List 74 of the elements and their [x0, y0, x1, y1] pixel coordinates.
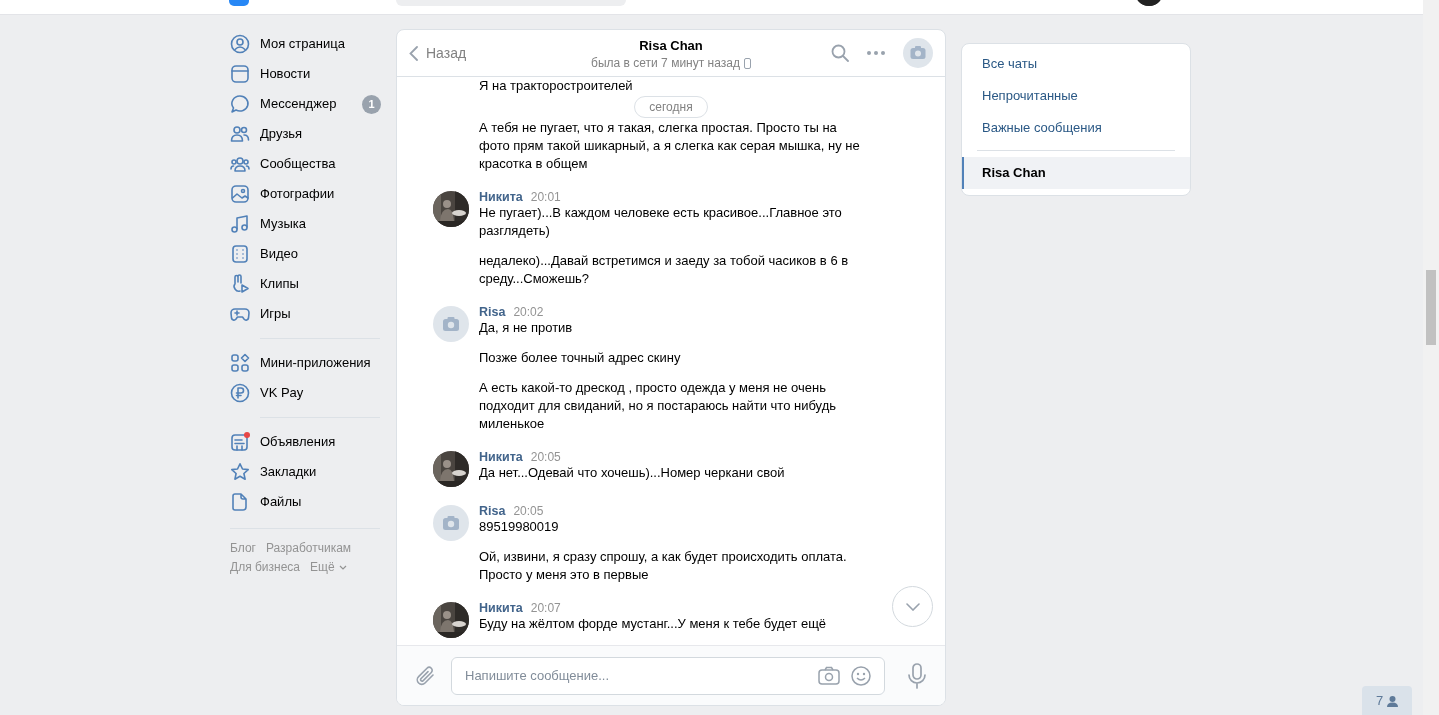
- scrollbar[interactable]: [1423, 0, 1439, 715]
- nav-item[interactable]: VK Pay: [230, 378, 380, 408]
- peace-hand-icon: [230, 274, 250, 294]
- camera-icon[interactable]: [818, 665, 840, 686]
- nav-item[interactable]: Видео: [230, 239, 380, 269]
- chat-bubble-icon: [230, 94, 250, 114]
- message-text: недалеко)...Давай встретимся и заеду за тобой часиков в 6 в среду...Сможешь?: [479, 252, 850, 288]
- newspaper-icon: [230, 64, 250, 84]
- camera-avatar-icon[interactable]: [903, 38, 933, 68]
- image-icon: [230, 184, 250, 204]
- nav-item[interactable]: Мини-приложения: [230, 348, 380, 378]
- message-time: 20:02: [513, 304, 544, 320]
- nav-item[interactable]: Клипы: [230, 269, 380, 299]
- group-icon: [230, 154, 250, 174]
- music-note-icon: [230, 214, 250, 234]
- ruble-coin-icon: [230, 383, 250, 403]
- user-circle-icon: [230, 34, 250, 54]
- nav-item[interactable]: Моя страница: [230, 29, 380, 59]
- film-icon: [230, 244, 250, 264]
- folder-item[interactable]: Важные сообщения: [962, 112, 1190, 144]
- star-icon: [230, 462, 250, 482]
- nav-item[interactable]: Файлы: [230, 487, 380, 517]
- message-text: Да, я не против: [479, 319, 574, 337]
- folder-item[interactable]: Непрочитанные: [962, 80, 1190, 112]
- scrollbar-thumb[interactable]: [1426, 270, 1436, 345]
- smiley-icon[interactable]: [851, 665, 871, 686]
- camera-avatar-icon: [433, 306, 469, 342]
- message-time: 20:05: [513, 503, 544, 519]
- count-badge: 1: [362, 94, 381, 114]
- nav-item[interactable]: Новости: [230, 59, 380, 89]
- message-text: Позже более точный адрес скину: [479, 349, 682, 367]
- people-icon: [230, 124, 250, 144]
- last-seen-status: была в сети 7 минут назад: [591, 56, 740, 70]
- search-icon[interactable]: [831, 44, 849, 62]
- nav-item[interactable]: Сообщества: [230, 149, 380, 179]
- nav-item[interactable]: Закладки: [230, 457, 380, 487]
- message-time: 20:05: [530, 449, 561, 465]
- author-name[interactable]: Risa: [479, 304, 506, 320]
- message-text: Не пугает)...В каждом человеке есть красивое...Главное это разглядеть): [479, 204, 843, 240]
- microphone-icon[interactable]: [907, 662, 927, 689]
- chevron-left-icon: [409, 45, 418, 61]
- scroll-down-button[interactable]: [892, 586, 933, 627]
- chevron-down-icon: [905, 602, 920, 611]
- message-text: 89519980019: [479, 518, 560, 536]
- message-text: Да нет...Одевай что хочешь)...Номер черкани свой: [479, 464, 785, 482]
- message-time: 20:01: [530, 189, 561, 205]
- message-text: Я на тракторостроителей: [479, 77, 633, 95]
- file-icon: [230, 492, 250, 512]
- message-time: 20:07: [530, 600, 561, 616]
- folder-item[interactable]: Все чаты: [962, 48, 1190, 80]
- message-text: А тебя не пугает, что я такая, слегка простая. Просто ты на фото прям такой шикарный, а я слегка как серая мышка, ну не красотка в общем: [479, 119, 861, 173]
- message-composer[interactable]: Напишите сообщение...: [451, 656, 885, 695]
- nav-item[interactable]: Игры: [230, 299, 380, 329]
- camera-avatar-icon: [433, 505, 469, 541]
- folder-item[interactable]: Risa Chan: [962, 157, 1190, 189]
- nav-item[interactable]: Фотографии: [230, 179, 380, 209]
- author-name[interactable]: Risa: [479, 503, 506, 519]
- apps-grid-icon: [230, 353, 250, 373]
- message-text: Ой, извини, я сразу спрошу, а как будет происходить оплата. Просто у меня это в первые: [479, 548, 848, 584]
- nav-item[interactable]: Музыка: [230, 209, 380, 239]
- paperclip-icon[interactable]: [415, 664, 437, 687]
- nav-item[interactable]: Друзья: [230, 119, 380, 149]
- message-text: Буду на жёлтом форде мустанг...У меня к тебе будет ещё: [479, 615, 827, 633]
- nav-item[interactable]: Объявления: [230, 427, 380, 457]
- author-name[interactable]: Никита: [479, 449, 523, 465]
- phone-icon: [743, 57, 751, 69]
- back-button[interactable]: Назад: [409, 38, 467, 68]
- nav-item[interactable]: Мессенджер 1: [230, 89, 380, 119]
- author-name[interactable]: Никита: [479, 189, 523, 205]
- message-text: А есть какой-то дрескод , просто одежда у меня не очень подходит для свиданий, но я постараюсь найти что нибудь миленькое: [479, 379, 838, 433]
- person-icon: [1387, 695, 1399, 707]
- more-icon[interactable]: [867, 51, 885, 55]
- author-name[interactable]: Никита: [479, 600, 523, 616]
- chat-title: Risa Chan: [639, 38, 703, 54]
